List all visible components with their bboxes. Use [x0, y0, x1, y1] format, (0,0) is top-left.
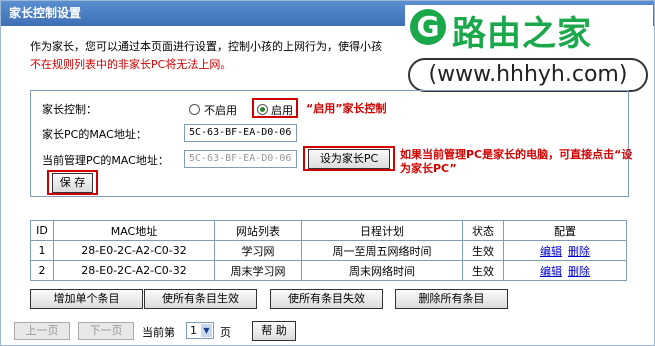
row-mac: 28-E0-2C-A2-C0-32	[53, 240, 215, 261]
enable-note: “启用”家长控制	[306, 102, 387, 115]
row-mac: 28-E0-2C-A2-C0-32	[53, 260, 215, 281]
row-status: 生效	[462, 260, 504, 281]
row-schedule: 周末网络时间	[301, 260, 463, 281]
row-site-list: 周末学习网	[214, 260, 302, 281]
current-mac-label: 当前管理PC的MAC地址：	[42, 154, 169, 167]
set-parent-note-line-1: 如果当前管理PC是家长的电脑，可直接点击“设	[400, 148, 633, 161]
table-row: 1 28-E0-2C-A2-C0-32 学习网 周一至周五网络时间 生效 编辑删…	[30, 240, 627, 261]
add-entry-button[interactable]: 增加单个条目	[30, 289, 143, 309]
next-page-button[interactable]: 下一页	[78, 322, 134, 340]
row-config: 编辑 删除	[503, 260, 627, 281]
radio-enable-label[interactable]: 启用	[271, 102, 293, 118]
rules-table: ID MAC地址 网站列表 日程计划 状态 配置 1 28-E0-2C-A2-C…	[30, 220, 627, 281]
col-status-header: 状态	[462, 220, 504, 241]
row-id: 1	[30, 240, 54, 261]
page-select-value: 1	[190, 324, 197, 337]
col-schedule-header: 日程计划	[301, 220, 463, 241]
brand-logo-icon: G	[410, 9, 446, 45]
parent-mac-input[interactable]: 5C-63-BF-EA-D0-06	[184, 124, 297, 142]
radio-enable[interactable]	[257, 104, 268, 115]
enable-all-button[interactable]: 使所有条目生效	[144, 289, 257, 309]
row-config: 编辑 删除	[503, 240, 627, 261]
radio-disable-label[interactable]: 不启用	[204, 102, 237, 118]
brand-title: 路由之家	[452, 14, 592, 54]
current-mac-input: 5C-63-BF-EA-D0-06	[184, 150, 297, 168]
delete-link[interactable]: 删除	[568, 265, 590, 278]
delete-link[interactable]: 删除	[568, 245, 590, 258]
chevron-down-icon: ▼	[201, 324, 212, 337]
table-row: 2 28-E0-2C-A2-C0-32 周末学习网 周末网络时间 生效 编辑 删除	[30, 260, 627, 281]
help-button[interactable]: 帮 助	[252, 321, 296, 341]
table-header-row: ID MAC地址 网站列表 日程计划 状态 配置	[30, 220, 627, 241]
delete-all-button[interactable]: 删除所有条目	[395, 289, 508, 309]
parental-control-label: 家长控制：	[42, 103, 97, 116]
radio-disable[interactable]	[189, 104, 200, 115]
set-parent-note: 如果当前管理PC是家长的电脑，可直接点击“设 为家长PC”	[400, 148, 632, 176]
col-site-list-header: 网站列表	[214, 220, 302, 241]
col-id-header: ID	[30, 220, 54, 241]
current-page-label: 当前第	[142, 326, 175, 339]
set-parent-pc-button[interactable]: 设为家长PC	[308, 149, 390, 169]
page-select[interactable]: 1 ▼	[186, 322, 214, 339]
row-schedule: 周一至周五网络时间	[301, 240, 463, 261]
row-id: 2	[30, 260, 54, 281]
brand-url: (www.hhhyh.com)	[408, 58, 648, 92]
edit-link[interactable]: 编辑	[540, 245, 562, 258]
row-status: 生效	[462, 240, 504, 261]
parent-mac-label: 家长PC的MAC地址：	[42, 128, 147, 141]
prev-page-button[interactable]: 上一页	[14, 322, 70, 340]
row-site-list: 学习网	[214, 240, 302, 261]
col-config-header: 配置	[503, 220, 627, 241]
set-parent-note-line-2: 为家长PC”	[400, 162, 457, 175]
disable-all-button[interactable]: 使所有条目失效	[270, 289, 383, 309]
col-mac-header: MAC地址	[53, 220, 215, 241]
edit-link[interactable]: 编辑	[540, 265, 562, 278]
page-suffix-label: 页	[220, 326, 231, 339]
save-button[interactable]: 保 存	[52, 173, 93, 193]
